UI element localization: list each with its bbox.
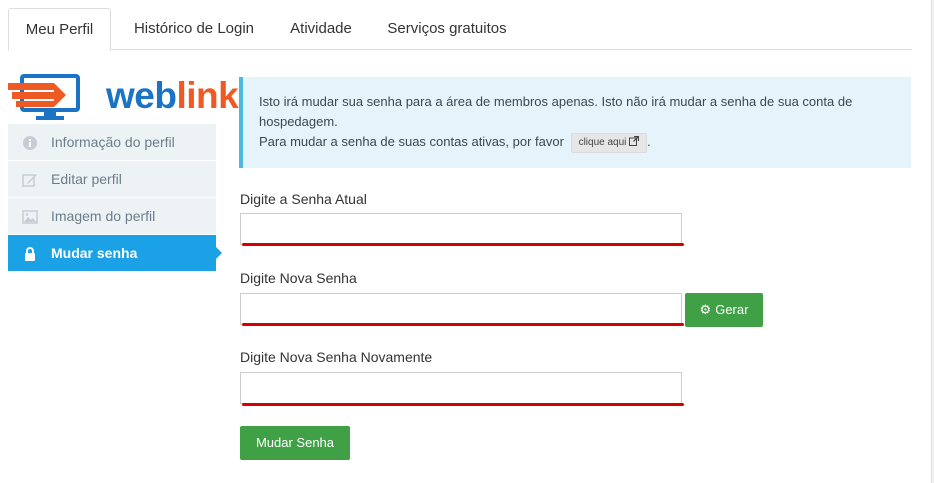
tab-servicos-gratuitos[interactable]: Serviços gratuitos bbox=[374, 8, 520, 50]
weblink-logo: weblink bbox=[8, 74, 239, 124]
red-annotation-underline bbox=[242, 403, 684, 406]
monitor-logo-icon bbox=[8, 74, 80, 120]
red-annotation-underline bbox=[242, 243, 684, 246]
click-here-button[interactable]: clique aqui bbox=[570, 132, 648, 153]
current-password-label: Digite a Senha Atual bbox=[240, 191, 367, 207]
external-link-icon bbox=[629, 135, 640, 146]
sidebar-item-editar[interactable]: Editar perfil bbox=[8, 161, 216, 198]
sidebar-item-label: Editar perfil bbox=[51, 171, 122, 187]
new-password-label: Digite Nova Senha bbox=[240, 270, 357, 286]
sidebar-item-mudar-senha[interactable]: Mudar senha bbox=[8, 235, 222, 272]
image-icon bbox=[22, 210, 38, 224]
confirm-password-input[interactable] bbox=[240, 372, 682, 404]
info-icon bbox=[23, 136, 37, 150]
gear-icon: ⚙ bbox=[699, 302, 712, 317]
sidebar-item-label: Imagem do perfil bbox=[51, 208, 156, 224]
tab-historico-login[interactable]: Histórico de Login bbox=[116, 8, 272, 50]
change-password-button[interactable]: Mudar Senha bbox=[240, 426, 350, 460]
alert-text-line2: Para mudar a senha de suas contas ativas… bbox=[259, 132, 895, 153]
sidebar-item-informacao[interactable]: Informação do perfil bbox=[8, 124, 216, 161]
tab-atividade[interactable]: Atividade bbox=[276, 8, 366, 50]
profile-tabs: Meu Perfil Histórico de Login Atividade … bbox=[8, 8, 912, 51]
red-annotation-underline bbox=[242, 323, 684, 326]
profile-sidebar: Informação do perfil Editar perfil Image… bbox=[8, 124, 222, 272]
sidebar-item-imagem[interactable]: Imagem do perfil bbox=[8, 198, 216, 235]
new-password-input[interactable] bbox=[240, 293, 682, 325]
generate-password-button[interactable]: ⚙ Gerar bbox=[685, 293, 763, 327]
tab-meu-perfil[interactable]: Meu Perfil bbox=[8, 8, 111, 51]
lock-icon bbox=[25, 247, 35, 261]
current-password-input[interactable] bbox=[240, 213, 682, 245]
sidebar-item-label: Informação do perfil bbox=[51, 134, 175, 150]
confirm-password-label: Digite Nova Senha Novamente bbox=[240, 349, 433, 365]
sidebar-item-label: Mudar senha bbox=[51, 245, 138, 261]
edit-icon bbox=[22, 174, 37, 187]
alert-text-line1: Isto irá mudar sua senha para a área de … bbox=[259, 94, 853, 129]
logo-wordmark: weblink bbox=[106, 75, 239, 116]
info-alert: Isto irá mudar sua senha para a área de … bbox=[239, 77, 911, 168]
